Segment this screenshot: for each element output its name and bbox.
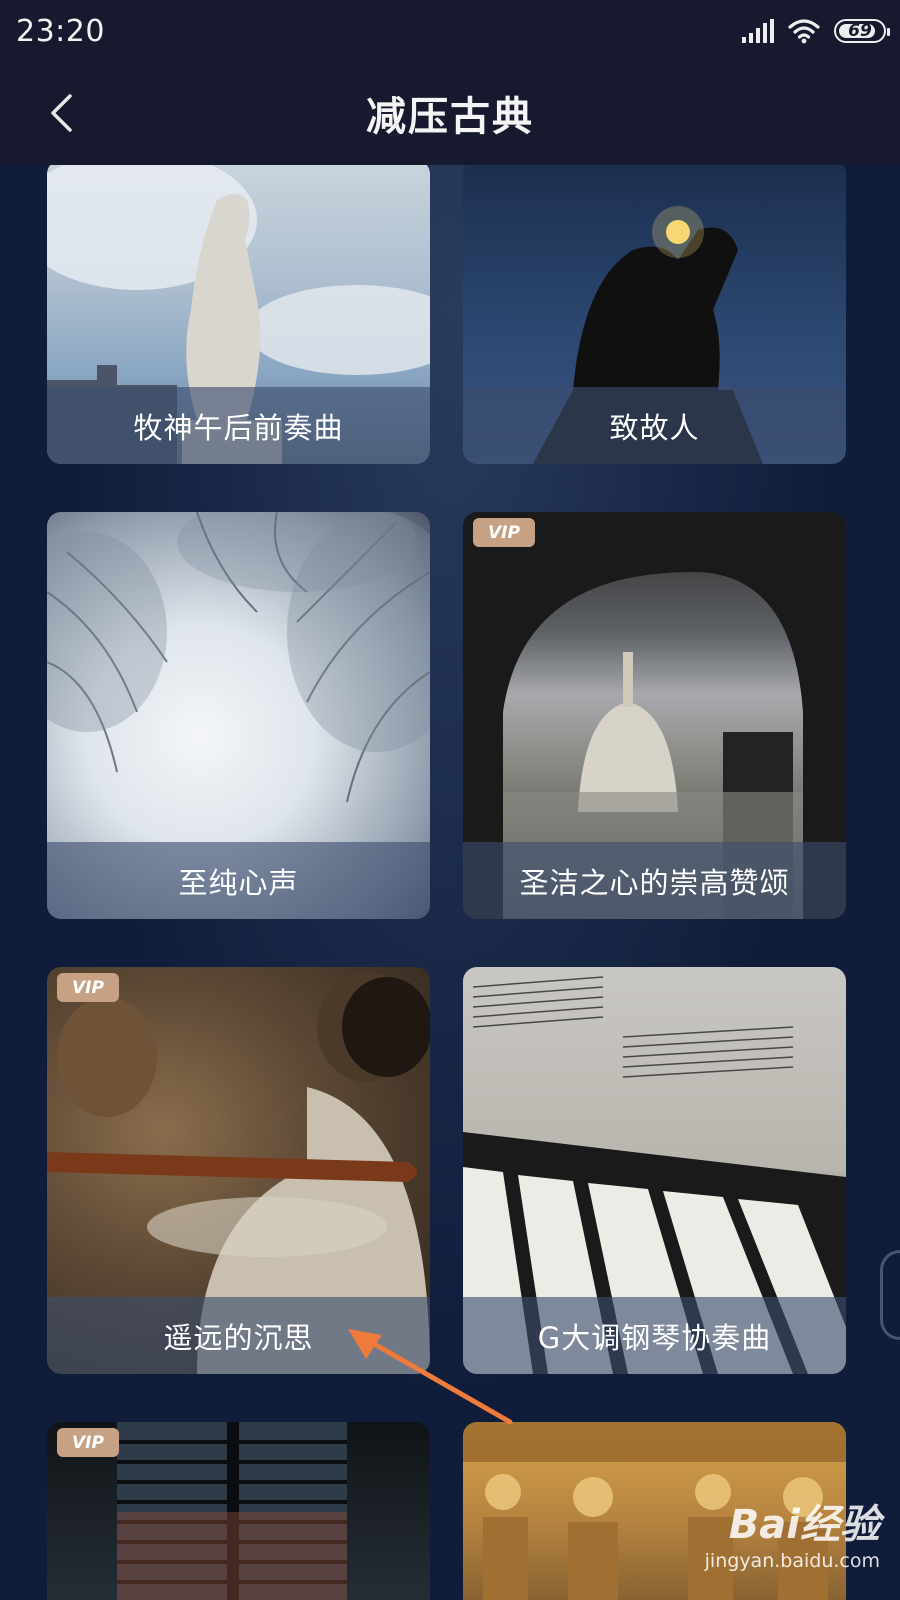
watermark-logo: Bai经验 (728, 1502, 880, 1548)
status-bar: 23:20 69 (0, 0, 900, 62)
signal-icon (742, 19, 774, 43)
playlist-card[interactable]: VIP 遥远的沉思 (47, 967, 430, 1374)
playlist-card[interactable]: 致故人 (463, 165, 846, 464)
card-title: 致故人 (463, 387, 846, 464)
side-drawer-handle[interactable] (880, 1250, 900, 1340)
page-title: 减压古典 (366, 94, 534, 140)
status-time: 23:20 (16, 14, 105, 49)
status-icons: 69 (742, 16, 890, 46)
vip-badge: VIP (57, 973, 119, 1002)
vip-badge: VIP (57, 1428, 119, 1457)
playlist-card[interactable]: VIP 圣洁之心的崇高赞颂 (463, 512, 846, 919)
playlist-grid: 牧神午后前奏曲 致故人 至纯心声 VIP 圣洁之心的崇高赞颂 VIP 遥远的沉思… (0, 165, 900, 1600)
wifi-icon (788, 19, 820, 44)
card-title: 至纯心声 (47, 842, 430, 919)
card-title: 圣洁之心的崇高赞颂 (463, 842, 846, 919)
annotation-arrow (348, 1329, 513, 1425)
playlist-card[interactable]: G大调钢琴协奏曲 (463, 967, 846, 1374)
watermark: Bai经验 jingyan.baidu.com (705, 1492, 880, 1572)
card-title: 牧神午后前奏曲 (47, 387, 430, 464)
watermark-url: jingyan.baidu.com (704, 1550, 880, 1572)
battery-icon: 69 (834, 19, 890, 43)
playlist-card[interactable]: 至纯心声 (47, 512, 430, 919)
playlist-card[interactable]: 牧神午后前奏曲 (47, 165, 430, 464)
battery-level: 69 (848, 21, 872, 41)
card-title: G大调钢琴协奏曲 (463, 1297, 846, 1374)
vip-badge: VIP (473, 518, 535, 547)
playlist-card[interactable]: VIP (47, 1422, 430, 1600)
header: 减压古典 (0, 62, 900, 165)
